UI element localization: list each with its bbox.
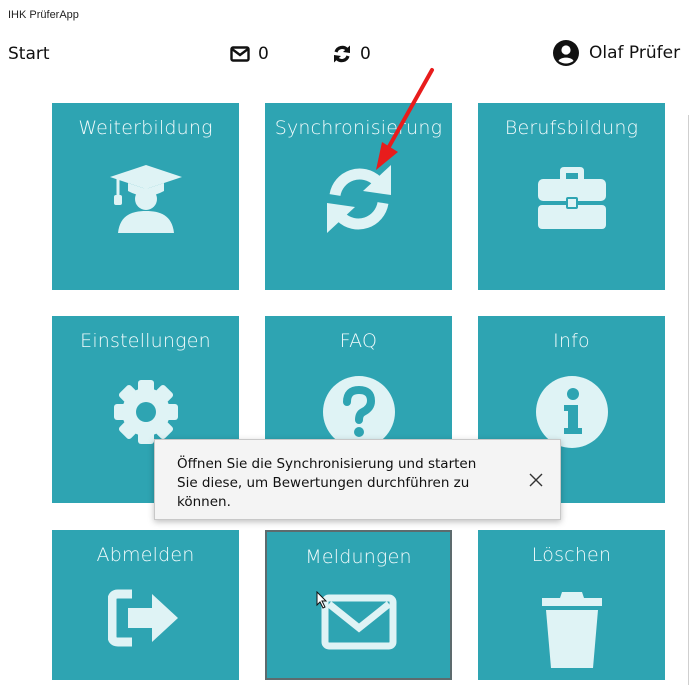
header-bar: Start 0 0 Olaf Prüfer — [0, 0, 691, 80]
tile-label: Meldungen — [305, 546, 412, 568]
tile-berufsbildung[interactable]: Berufsbildung — [478, 103, 665, 290]
messages-count: 0 — [258, 44, 269, 64]
messages-counter[interactable]: 0 — [230, 44, 269, 64]
sync-icon — [326, 165, 391, 233]
briefcase-icon — [537, 167, 606, 229]
tile-meldungen[interactable]: Meldungen — [265, 530, 452, 680]
start-label: Start — [8, 44, 50, 64]
trash-icon — [541, 592, 602, 668]
mail-icon — [321, 594, 396, 650]
tile-label: Einstellungen — [80, 330, 211, 352]
logout-icon — [107, 589, 178, 647]
sync-counter[interactable]: 0 — [332, 44, 371, 64]
graduate-icon — [109, 165, 182, 233]
notification-toast: Öffnen Sie die Synchronisierung und star… — [154, 439, 561, 520]
tile-label: Löschen — [531, 544, 612, 566]
user-name: Olaf Prüfer — [589, 43, 681, 63]
user-profile[interactable]: Olaf Prüfer — [553, 40, 680, 66]
user-avatar-icon — [553, 40, 579, 66]
mouse-cursor-icon — [316, 591, 328, 609]
tile-synchronisierung[interactable]: Synchronisierung — [265, 103, 452, 290]
toast-message: Öffnen Sie die Synchronisierung und star… — [177, 456, 477, 510]
close-icon[interactable] — [527, 471, 545, 489]
scrollbar-track[interactable] — [688, 115, 689, 685]
tile-label: FAQ — [339, 330, 378, 352]
tile-loeschen[interactable]: Löschen — [478, 530, 665, 680]
envelope-icon — [230, 46, 250, 62]
tile-label: Berufsbildung — [504, 117, 639, 139]
tile-label: Synchronisierung — [274, 117, 443, 139]
sync-count: 0 — [360, 44, 371, 64]
tile-weiterbildung[interactable]: Weiterbildung — [52, 103, 239, 290]
tile-label: Weiterbildung — [78, 117, 213, 139]
tile-label: Info — [553, 330, 590, 352]
tile-abmelden[interactable]: Abmelden — [52, 530, 239, 680]
tile-label: Abmelden — [96, 544, 195, 566]
sync-small-icon — [334, 45, 350, 63]
